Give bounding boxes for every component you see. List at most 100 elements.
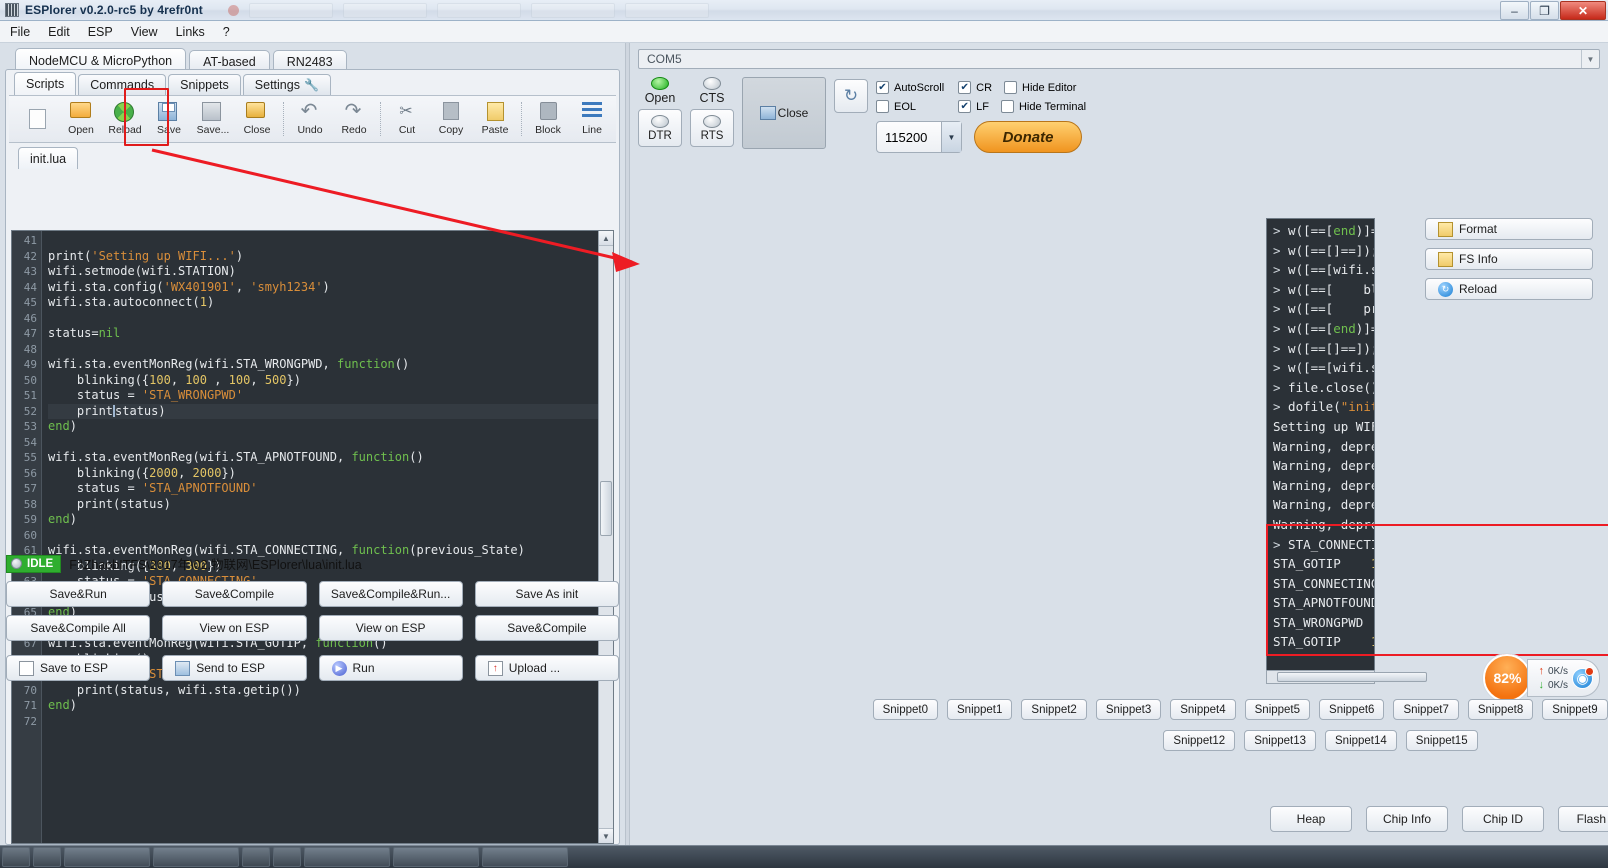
donate-button[interactable]: Donate bbox=[974, 121, 1082, 153]
lf-option[interactable]: LF bbox=[958, 100, 989, 113]
redo-button[interactable]: ↷ Redo bbox=[332, 97, 376, 142]
hide-terminal-option[interactable]: Hide Terminal bbox=[1000, 100, 1086, 113]
block-button[interactable]: Block bbox=[526, 97, 570, 142]
reload-fs-button[interactable]: ↻ Reload bbox=[1425, 278, 1593, 300]
network-status-icon[interactable]: ◉ bbox=[1572, 666, 1594, 689]
eol-checkbox[interactable] bbox=[876, 100, 889, 113]
menu-item-esp[interactable]: ESP bbox=[88, 25, 113, 39]
close-button[interactable]: ✕ bbox=[1560, 1, 1606, 20]
taskbar-window[interactable] bbox=[393, 847, 479, 867]
code-editor[interactable]: 41 42 43 44 45 46 47 48 49 50 51 52 53 54 55 56 57 58 59 60… bbox=[11, 230, 614, 844]
chevron-down-icon[interactable]: ▼ bbox=[941, 122, 961, 152]
chevron-down-icon[interactable]: ▼ bbox=[1581, 50, 1599, 68]
paste-button[interactable]: Paste bbox=[473, 97, 517, 142]
scroll-up-icon[interactable]: ▲ bbox=[599, 231, 613, 246]
line-button[interactable]: Line bbox=[570, 97, 614, 142]
save-to-esp-button[interactable]: Save to ESP bbox=[6, 655, 151, 681]
heap-button[interactable]: Heap bbox=[1270, 806, 1352, 832]
baud-rate-select[interactable]: 115200 ▼ bbox=[876, 121, 962, 153]
snippet-button-14[interactable]: Snippet14 bbox=[1325, 730, 1397, 751]
editor-vertical-scrollbar[interactable]: ▲ ▼ bbox=[598, 231, 613, 843]
chip-info-button[interactable]: Chip Info bbox=[1366, 806, 1448, 832]
reload-button[interactable]: Reload bbox=[103, 97, 147, 142]
snippet-button-12[interactable]: Snippet12 bbox=[1163, 730, 1236, 751]
save-and-compile-all-button[interactable]: Save&Compile All bbox=[6, 615, 151, 641]
com-port-select[interactable]: COM5 ▼ bbox=[638, 49, 1600, 69]
save-and-compile-button-2[interactable]: Save&Compile bbox=[474, 615, 619, 641]
tab-settings[interactable]: Settings 🔧 bbox=[242, 74, 331, 95]
snippet-button-1[interactable]: Snippet1 bbox=[947, 699, 1013, 720]
snippet-button-7[interactable]: Snippet7 bbox=[1393, 699, 1459, 720]
taskbar-start-button[interactable] bbox=[2, 847, 30, 867]
scroll-down-icon[interactable]: ▼ bbox=[599, 828, 613, 843]
snippet-button-5[interactable]: Snippet5 bbox=[1244, 699, 1311, 720]
dtr-button[interactable]: DTR bbox=[638, 109, 682, 147]
menu-item-links[interactable]: Links bbox=[176, 25, 205, 39]
scroll-thumb[interactable] bbox=[600, 481, 612, 536]
tab-scripts[interactable]: Scripts bbox=[14, 72, 77, 95]
menu-item-help[interactable]: ? bbox=[223, 25, 230, 39]
new-file-button[interactable] bbox=[15, 97, 59, 142]
cr-option[interactable]: CR bbox=[958, 81, 992, 94]
save-as-init-button[interactable]: Save As init bbox=[474, 581, 619, 607]
close-file-button[interactable]: Close bbox=[235, 97, 279, 142]
copy-button[interactable]: Copy bbox=[429, 97, 473, 142]
save-as-button[interactable]: Save... bbox=[191, 97, 235, 142]
serial-terminal[interactable]: > w([==[end)]==]); > w([==[]==]); > w([==[… bbox=[1266, 218, 1375, 674]
snippet-button-0[interactable]: Snippet0 bbox=[872, 699, 938, 720]
menu-item-edit[interactable]: Edit bbox=[48, 25, 70, 39]
snippet-button-8[interactable]: Snippet8 bbox=[1467, 699, 1534, 720]
snippet-button-6[interactable]: Snippet6 bbox=[1319, 699, 1385, 720]
lf-checkbox[interactable] bbox=[958, 100, 972, 113]
network-speed-widget[interactable]: 82% ↑ ↓ 0K/s 0K/s ◉ bbox=[1483, 654, 1600, 702]
send-to-esp-button[interactable]: Send to ESP bbox=[162, 655, 307, 681]
snippet-button-9[interactable]: Snippet9 bbox=[1542, 699, 1608, 720]
snippet-button-4[interactable]: Snippet4 bbox=[1170, 699, 1236, 720]
menu-item-view[interactable]: View bbox=[131, 25, 158, 39]
terminal-horizontal-scrollbar[interactable] bbox=[1266, 670, 1427, 684]
flash-id-button[interactable]: Flash ID bbox=[1558, 806, 1608, 832]
tab-commands[interactable]: Commands bbox=[78, 74, 167, 95]
eol-option[interactable]: EOL bbox=[876, 100, 944, 113]
undo-button[interactable]: ↶ Undo bbox=[288, 97, 332, 142]
menu-item-file[interactable]: File bbox=[10, 25, 30, 39]
snippet-button-15[interactable]: Snippet15 bbox=[1405, 730, 1478, 751]
maximize-button[interactable]: ❐ bbox=[1530, 1, 1559, 20]
taskbar-window[interactable] bbox=[482, 847, 568, 867]
close-port-button[interactable]: Close bbox=[742, 77, 826, 149]
chip-id-button[interactable]: Chip ID bbox=[1462, 806, 1544, 832]
snippet-button-3[interactable]: Snippet3 bbox=[1095, 699, 1162, 720]
autoscroll-option[interactable]: AutoScroll bbox=[876, 81, 944, 94]
snippet-button-13[interactable]: Snippet13 bbox=[1244, 730, 1316, 751]
code-area[interactable]: print('Setting up WIFI...') wifi.setmode(… bbox=[42, 231, 598, 843]
run-button[interactable]: ▶ Run bbox=[318, 655, 463, 681]
autoscroll-checkbox[interactable] bbox=[876, 81, 889, 94]
save-button[interactable]: Save bbox=[147, 97, 191, 142]
hide-editor-option[interactable]: Hide Editor bbox=[1004, 81, 1076, 94]
format-button[interactable]: Format bbox=[1425, 218, 1593, 240]
taskbar-item[interactable] bbox=[273, 847, 301, 867]
refresh-ports-button[interactable]: ↻ bbox=[834, 79, 868, 113]
scroll-thumb[interactable] bbox=[1277, 672, 1427, 682]
open-button[interactable]: Open bbox=[59, 97, 103, 142]
save-compile-run-button[interactable]: Save&Compile&Run... bbox=[318, 581, 463, 607]
fs-info-button[interactable]: FS Info bbox=[1425, 248, 1593, 270]
cr-checkbox[interactable] bbox=[958, 81, 972, 94]
taskbar-item[interactable] bbox=[242, 847, 270, 867]
file-tab-init-lua[interactable]: init.lua bbox=[18, 147, 79, 169]
taskbar-window[interactable] bbox=[153, 847, 239, 867]
save-and-compile-button[interactable]: Save&Compile bbox=[162, 581, 307, 607]
view-on-esp-button-2[interactable]: View on ESP bbox=[318, 615, 463, 641]
snippet-button-2[interactable]: Snippet2 bbox=[1021, 699, 1087, 720]
taskbar-window[interactable] bbox=[64, 847, 150, 867]
taskbar-window[interactable] bbox=[304, 847, 390, 867]
hide-terminal-checkbox[interactable] bbox=[1000, 100, 1014, 113]
tab-snippets[interactable]: Snippets bbox=[168, 74, 241, 95]
upload-button[interactable]: ↑ Upload ... bbox=[474, 655, 619, 681]
taskbar-item[interactable] bbox=[33, 847, 61, 867]
cut-button[interactable]: ✂ Cut bbox=[385, 97, 429, 142]
hide-editor-checkbox[interactable] bbox=[1004, 81, 1018, 94]
view-on-esp-button[interactable]: View on ESP bbox=[162, 615, 307, 641]
minimize-button[interactable]: – bbox=[1500, 1, 1529, 20]
save-and-run-button[interactable]: Save&Run bbox=[6, 581, 151, 607]
